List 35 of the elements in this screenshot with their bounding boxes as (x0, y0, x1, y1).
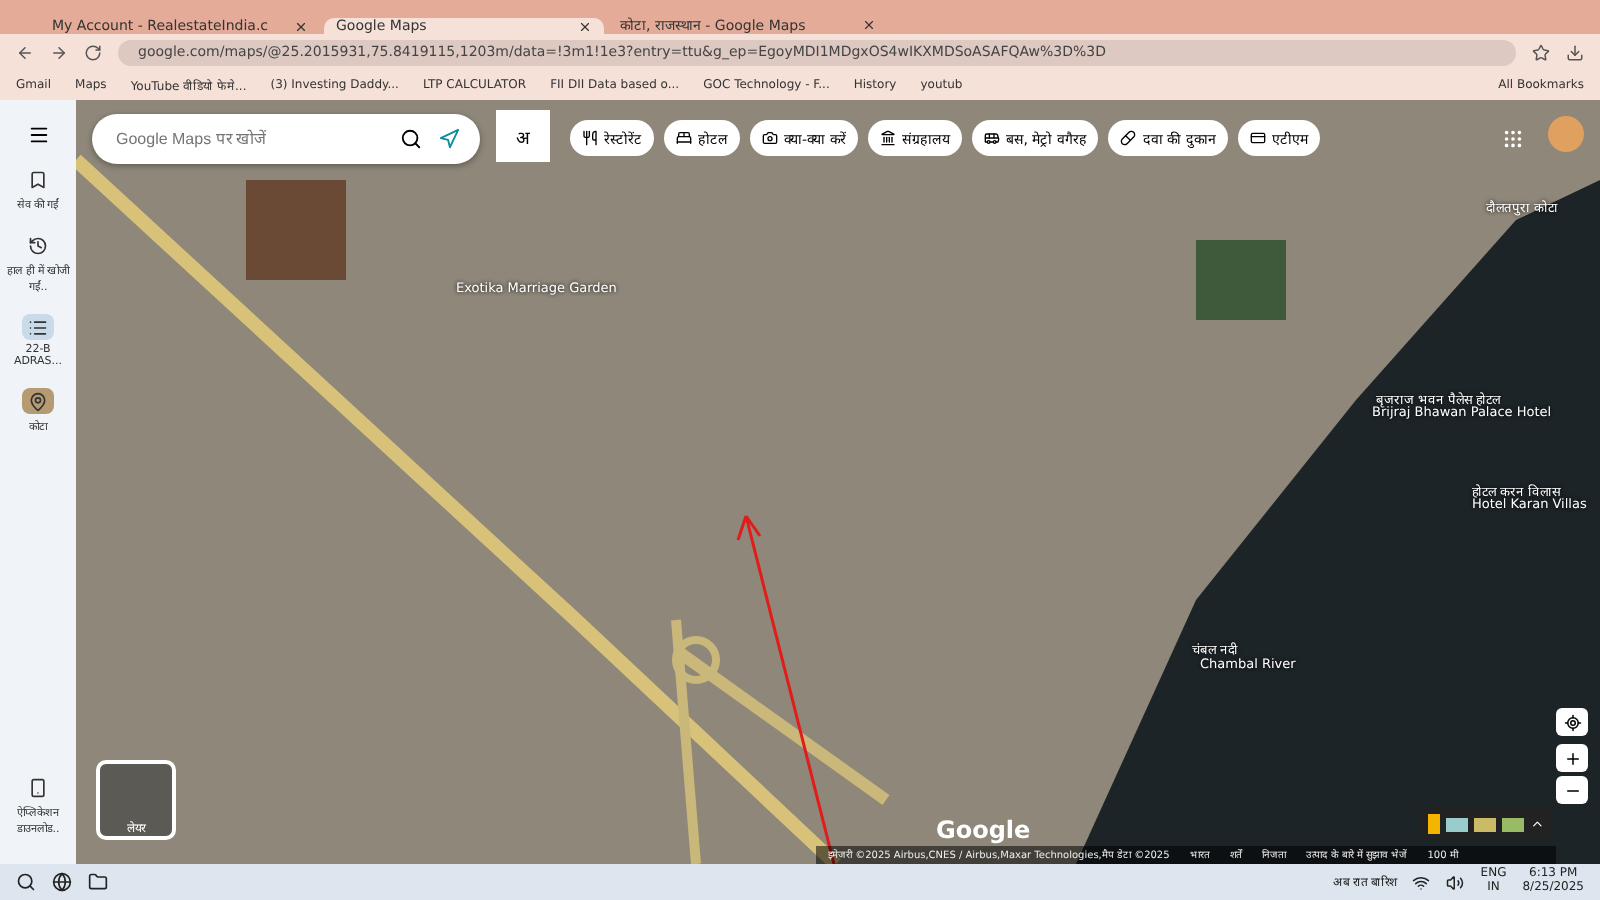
menu-icon[interactable] (27, 124, 49, 146)
restaurant-icon (582, 130, 598, 146)
directions-icon[interactable] (438, 128, 460, 150)
volume-icon[interactable] (1446, 873, 1465, 891)
back-icon[interactable] (16, 43, 34, 61)
browser-icon[interactable] (52, 872, 72, 892)
close-icon[interactable] (862, 18, 876, 32)
search-field[interactable]: Google Maps पर खोजें (92, 114, 480, 164)
street-view-bar[interactable] (1420, 808, 1552, 840)
close-icon[interactable] (578, 19, 592, 33)
search-icon[interactable] (400, 128, 422, 150)
phone-icon[interactable] (28, 777, 48, 797)
history-icon[interactable] (28, 235, 48, 255)
reload-icon[interactable] (84, 43, 102, 61)
museum-icon (879, 130, 896, 146)
star-icon[interactable] (1532, 43, 1550, 61)
zoom-in-icon[interactable] (1563, 749, 1581, 767)
bus-icon (983, 130, 1000, 146)
list-icon[interactable] (28, 317, 48, 337)
bookmark-icon[interactable] (28, 169, 48, 189)
folder-icon[interactable] (88, 872, 108, 892)
download-icon[interactable] (1566, 43, 1584, 61)
apps-icon[interactable] (1502, 128, 1524, 150)
wifi-icon[interactable] (1412, 873, 1431, 891)
pin-icon[interactable] (28, 391, 48, 411)
search-icon[interactable] (16, 872, 36, 892)
pharmacy-icon (1120, 130, 1137, 146)
language-button[interactable]: अ (496, 110, 550, 162)
forward-icon[interactable] (50, 43, 68, 61)
atm-icon (1249, 130, 1266, 146)
camera-icon (762, 130, 778, 146)
google-logo: Google (936, 816, 1031, 844)
locate-icon[interactable] (1563, 713, 1581, 731)
hotel-icon (676, 130, 692, 146)
close-icon[interactable] (294, 19, 308, 33)
